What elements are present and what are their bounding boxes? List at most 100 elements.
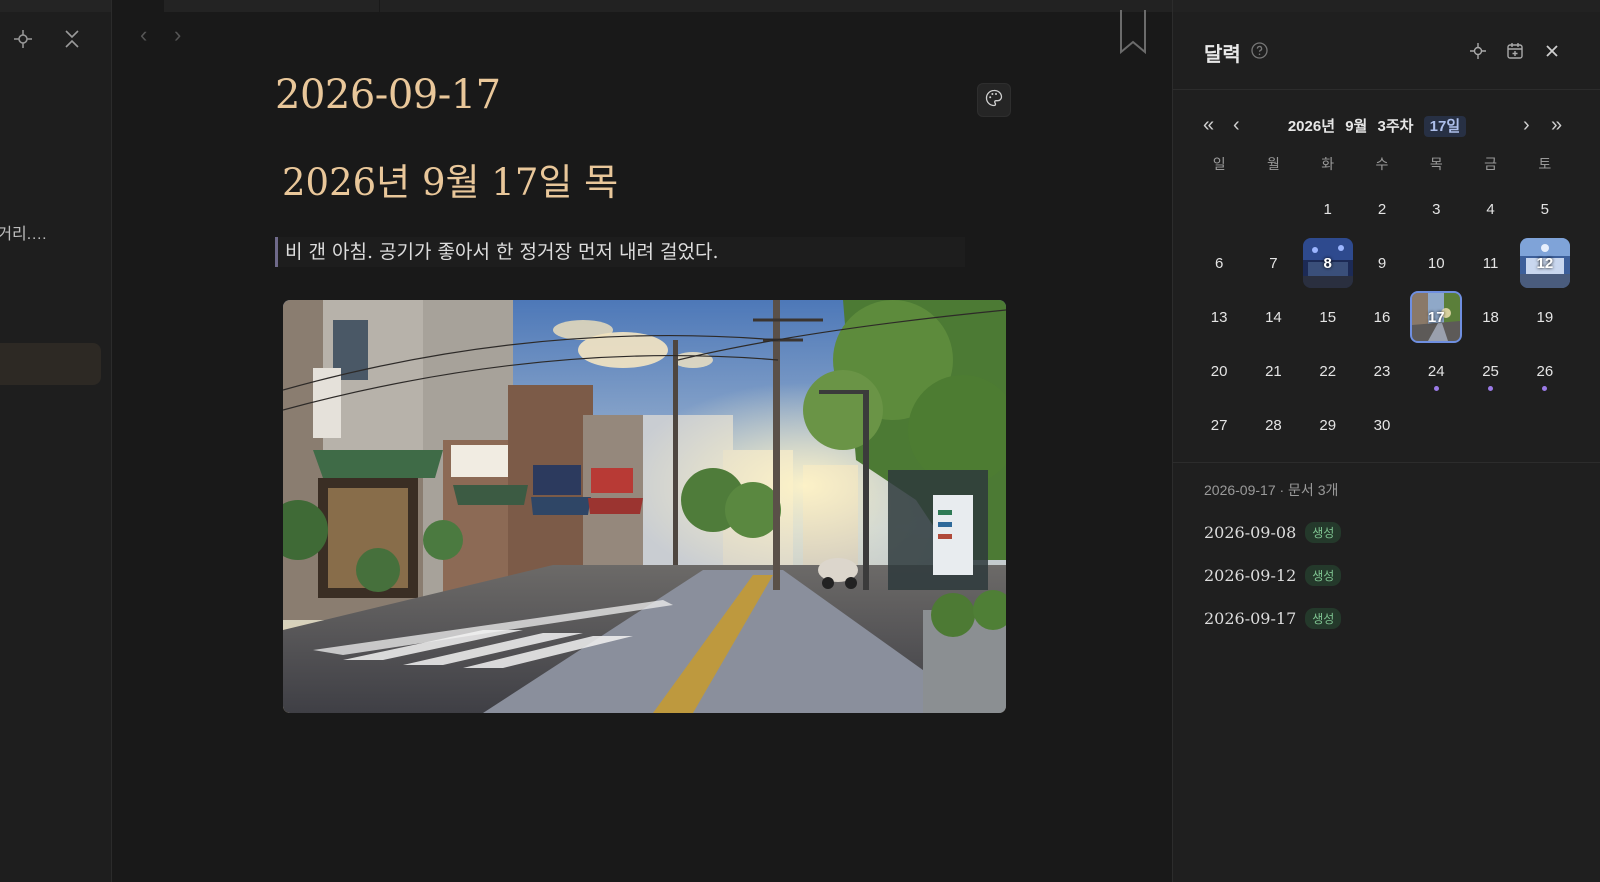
calendar-week[interactable]: 3주차 — [1378, 118, 1414, 135]
calendar-day-19[interactable]: 19 — [1518, 290, 1572, 344]
document-title[interactable]: 2026-09-17 — [275, 72, 501, 118]
forward-arrow-icon[interactable]: › — [174, 22, 181, 48]
document-date[interactable]: 2026-09-08 — [1204, 523, 1296, 542]
calendar-empty-cell — [1246, 182, 1300, 236]
document-date[interactable]: 2026-09-12 — [1204, 566, 1296, 585]
collapse-all-icon[interactable] — [58, 25, 86, 53]
document-list-item[interactable]: 2026-09-17 생성 — [1204, 608, 1342, 629]
calendar-day-8[interactable]: 8 — [1301, 236, 1355, 290]
calendar-day-23[interactable]: 23 — [1355, 344, 1409, 398]
calendar-day-24[interactable]: 24 — [1409, 344, 1463, 398]
date-summary: 2026-09-17 · 문서 3개 — [1204, 482, 1339, 498]
help-icon[interactable] — [1251, 42, 1268, 59]
calendar-day-number: 28 — [1265, 416, 1282, 434]
calendar-day-30[interactable]: 30 — [1355, 398, 1409, 452]
calendar-day-number: 27 — [1210, 416, 1228, 434]
calendar-year[interactable]: 2026년 — [1288, 118, 1335, 135]
calendar-day-10[interactable]: 10 — [1409, 236, 1463, 290]
locate-today-icon[interactable] — [1467, 40, 1489, 62]
calendar-day-number: 4 — [1486, 200, 1495, 218]
calendar-day-15[interactable]: 15 — [1301, 290, 1355, 344]
close-icon[interactable] — [1541, 40, 1563, 62]
weekday-label: 토 — [1538, 156, 1552, 172]
bookmark-icon[interactable] — [1119, 10, 1147, 59]
locate-icon[interactable] — [9, 25, 37, 53]
calendar-day-9[interactable]: 9 — [1355, 236, 1409, 290]
calendar-day-2[interactable]: 2 — [1355, 182, 1409, 236]
palette-button[interactable] — [977, 83, 1011, 117]
calendar-day-14[interactable]: 14 — [1246, 290, 1300, 344]
calendar-day-number: 15 — [1319, 308, 1337, 326]
created-badge: 생성 — [1305, 522, 1342, 543]
calendar-day-number: 13 — [1210, 308, 1228, 326]
divider — [1173, 89, 1600, 90]
calendar-day-6[interactable]: 6 — [1192, 236, 1246, 290]
calendar-day-number: 25 — [1482, 362, 1499, 380]
calendar-week-row: 20 21 22 23 24 25 26 — [1192, 344, 1572, 398]
calendar-day-29[interactable]: 29 — [1301, 398, 1355, 452]
calendar-day-22[interactable]: 22 — [1301, 344, 1355, 398]
calendar-day-number: 14 — [1265, 308, 1282, 326]
document-date[interactable]: 2026-09-17 — [1204, 609, 1296, 628]
calendar-day-18[interactable]: 18 — [1463, 290, 1517, 344]
calendar-week-row: 27 28 29 30 — [1192, 398, 1572, 452]
blockquote[interactable]: 비 갠 아침. 공기가 좋아서 한 정거장 먼저 내려 걸었다. — [275, 237, 965, 267]
tab-strip — [0, 0, 111, 12]
calendar-day-number: 23 — [1373, 362, 1391, 380]
calendar-title: 2026년 9월 3주차 17일 — [1263, 115, 1491, 137]
next-month-button[interactable]: › — [1523, 114, 1530, 136]
calendar-day-5[interactable]: 5 — [1518, 182, 1572, 236]
weekday-label: 화 — [1321, 156, 1335, 172]
calendar-day-27[interactable]: 27 — [1192, 398, 1246, 452]
calendar-day-number: 10 — [1427, 254, 1445, 272]
calendar-day-4[interactable]: 4 — [1463, 182, 1517, 236]
sidebar-item[interactable]: -거리.… — [0, 220, 47, 244]
calendar-day-20[interactable]: 20 — [1192, 344, 1246, 398]
calendar-day-3[interactable]: 3 — [1409, 182, 1463, 236]
calendar-day-number: 7 — [1269, 254, 1278, 272]
calendar-day-number: 9 — [1377, 254, 1387, 272]
calendar-month[interactable]: 9월 — [1345, 118, 1367, 135]
calendar-day-pill[interactable]: 17일 — [1423, 116, 1467, 137]
calendar-day-7[interactable]: 7 — [1246, 236, 1300, 290]
calendar-week-row: 1 2 3 4 5 — [1192, 182, 1572, 236]
sidebar-item-selected[interactable] — [0, 343, 101, 385]
calendar-day-12[interactable]: 12 — [1518, 236, 1572, 290]
calendar-day-number: 17 — [1427, 308, 1445, 326]
calendar-empty-cell — [1518, 398, 1572, 452]
street-scene-image[interactable] — [283, 300, 1006, 713]
event-dot — [1488, 386, 1494, 391]
document-list-item[interactable]: 2026-09-12 생성 — [1204, 565, 1342, 586]
created-badge: 생성 — [1305, 565, 1342, 586]
calendar-empty-cell — [1409, 398, 1463, 452]
prev-year-button[interactable]: « — [1203, 114, 1214, 136]
calendar-day-26[interactable]: 26 — [1518, 344, 1572, 398]
calendar-day-number: 1 — [1323, 200, 1332, 218]
calendar-day-28[interactable]: 28 — [1246, 398, 1300, 452]
calendar-day-number: 29 — [1319, 416, 1337, 434]
weekday-label: 월 — [1266, 156, 1280, 172]
calendar-day-21[interactable]: 21 — [1246, 344, 1300, 398]
calendar-day-13[interactable]: 13 — [1192, 290, 1246, 344]
calendar-day-11[interactable]: 11 — [1463, 236, 1517, 290]
calendar-day-number: 26 — [1536, 362, 1554, 380]
calendar-day-number: 2 — [1377, 200, 1387, 218]
panel-title: 달력 — [1204, 44, 1241, 66]
back-arrow-icon[interactable]: ‹ — [140, 22, 147, 48]
document-heading[interactable]: 2026년 9월 17일 목 — [282, 152, 618, 206]
calendar-day-number: 11 — [1482, 254, 1499, 272]
prev-month-button[interactable]: ‹ — [1233, 114, 1240, 136]
calendar-day-17[interactable]: 17 — [1409, 290, 1463, 344]
calendar-empty-cell — [1192, 182, 1246, 236]
tab-strip-segment — [164, 0, 379, 12]
next-year-button[interactable]: » — [1551, 114, 1562, 136]
event-dot — [1433, 386, 1439, 391]
calendar-week-row: 6 7 8 9 10 11 12 — [1192, 236, 1572, 290]
calendar-day-16[interactable]: 16 — [1355, 290, 1409, 344]
weekday-label: 목 — [1429, 156, 1443, 172]
document-list-item[interactable]: 2026-09-08 생성 — [1204, 522, 1342, 543]
calendar-day-number: 18 — [1482, 308, 1499, 326]
calendar-add-icon[interactable] — [1504, 40, 1526, 62]
calendar-day-25[interactable]: 25 — [1463, 344, 1517, 398]
calendar-day-1[interactable]: 1 — [1301, 182, 1355, 236]
